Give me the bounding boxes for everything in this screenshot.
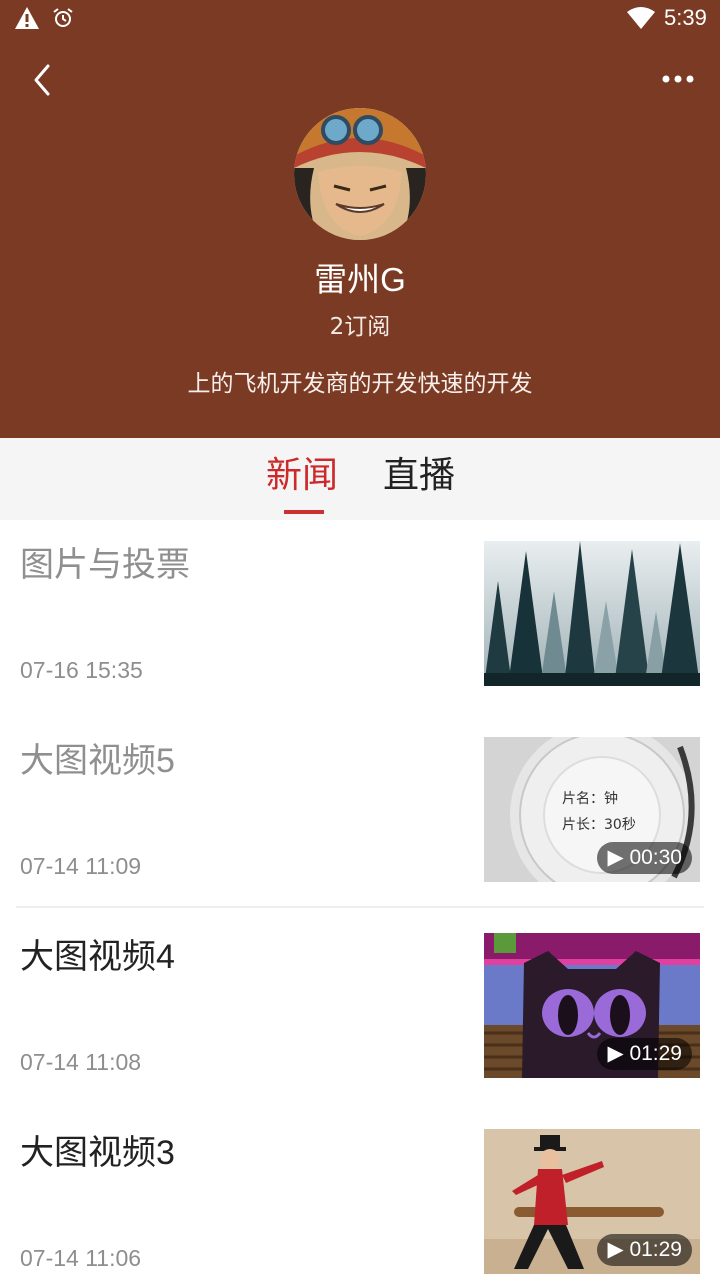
article-item[interactable]: 大图视频5 07-14 11:09 片名：钟 片长：30秒 ▶ 00:30 — [0, 715, 720, 911]
subscriber-count: 2订阅 — [329, 314, 391, 340]
article-time: 07-14 11:09 — [20, 853, 142, 879]
article-time: 07-14 11:08 — [20, 1049, 142, 1075]
channel-description: 上的飞机开发商的开发快速的开发 — [187, 371, 533, 397]
more-horizontal-icon[interactable] — [654, 62, 702, 96]
warning-icon — [15, 7, 39, 29]
article-item[interactable]: 大图视频3 07-14 11:06 ▶ 01:29 — [0, 1107, 720, 1280]
article-thumbnail: ▶ 01:29 — [484, 933, 700, 1078]
channel-header: 5:39 雷州G 2订阅 上的飞机开发商的开发快速的开发 — [0, 0, 720, 438]
tab-live[interactable]: 直播 — [383, 452, 455, 500]
duration-text: 01:29 — [629, 1238, 682, 1261]
article-thumbnail: ▶ 01:29 — [484, 1129, 700, 1274]
article-title: 图片与投票 — [20, 546, 190, 584]
article-time: 07-14 11:06 — [20, 1245, 142, 1271]
channel-name: 雷州G — [314, 261, 406, 298]
video-duration-badge: ▶ 00:30 — [597, 842, 692, 874]
article-item[interactable]: 图片与投票 07-16 15:35 — [0, 519, 720, 715]
article-item[interactable]: 大图视频4 07-14 11:08 ▶ 01:29 — [0, 911, 720, 1107]
list-divider — [16, 906, 704, 908]
article-title: 大图视频4 — [20, 938, 175, 976]
thumb-caption: 片长：30秒 — [562, 817, 636, 833]
duration-text: 00:30 — [629, 846, 682, 869]
avatar[interactable] — [294, 108, 426, 240]
status-time: 5:39 — [664, 5, 707, 30]
alarm-icon — [53, 8, 73, 27]
video-duration-badge: ▶ 01:29 — [597, 1234, 692, 1266]
article-thumbnail: 片名：钟 片长：30秒 ▶ 00:30 — [484, 737, 700, 882]
wifi-icon — [627, 7, 655, 29]
article-title: 大图视频5 — [20, 742, 175, 780]
duration-text: 01:29 — [629, 1042, 682, 1065]
chevron-left-icon[interactable] — [22, 56, 66, 104]
tab-bar: 新闻 直播 — [0, 438, 720, 520]
tab-news[interactable]: 新闻 — [266, 452, 338, 500]
status-bar: 5:39 — [0, 0, 720, 36]
active-tab-indicator — [284, 510, 324, 514]
thumb-caption: 片名：钟 — [562, 790, 618, 807]
video-duration-badge: ▶ 01:29 — [597, 1038, 692, 1070]
article-thumbnail — [484, 541, 700, 686]
article-title: 大图视频3 — [20, 1134, 175, 1172]
article-time: 07-16 15:35 — [20, 657, 143, 683]
